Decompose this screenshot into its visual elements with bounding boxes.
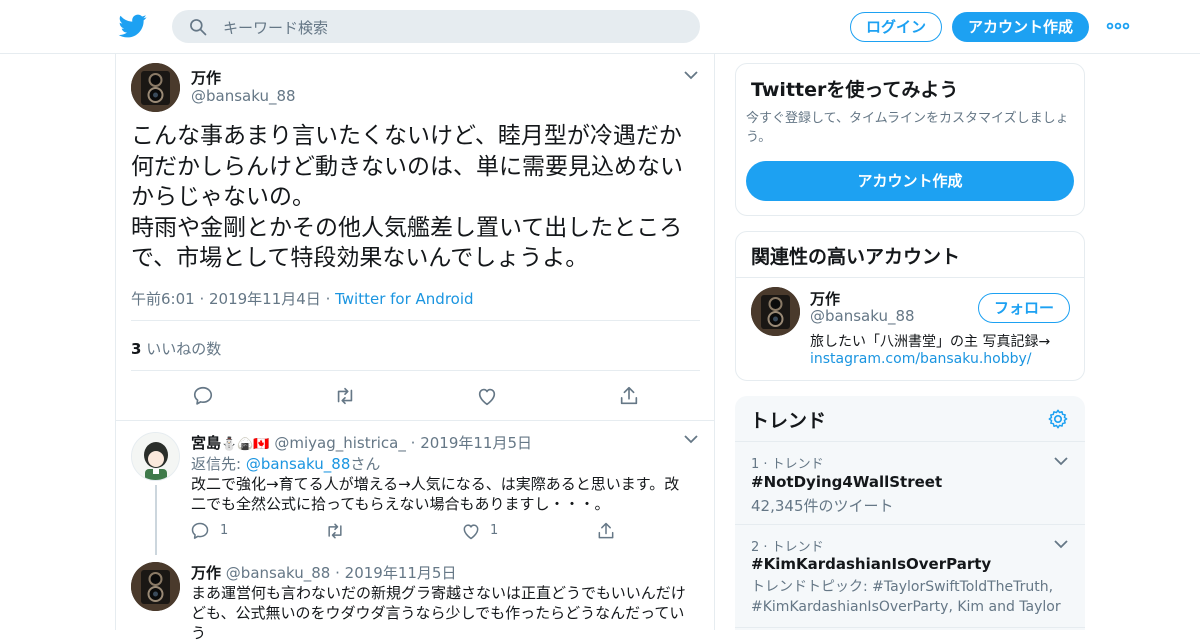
camera-avatar-image bbox=[131, 562, 180, 611]
reply-author-avatar[interactable] bbox=[131, 562, 180, 611]
related-account-avatar[interactable] bbox=[751, 287, 800, 336]
follow-button[interactable]: フォロー bbox=[978, 293, 1070, 323]
related-account-handle[interactable]: @bansaku_88 bbox=[810, 307, 915, 325]
reply-author-name[interactable]: 宮島 bbox=[191, 434, 221, 452]
signup-promo-button[interactable]: アカウント作成 bbox=[746, 161, 1074, 201]
reply-to-handle-link[interactable]: @bansaku_88 bbox=[246, 455, 351, 473]
search-bar[interactable]: キーワード検索 bbox=[172, 10, 700, 43]
anime-girl-avatar-image bbox=[132, 433, 179, 480]
share-icon[interactable] bbox=[618, 385, 640, 407]
tweet-body-text: こんな事あまり言いたくないけど、睦月型が冷遇だか 何だかしらんけど動きないのは、… bbox=[131, 123, 683, 271]
trend-item[interactable]: 2 · トレンド #KimKardashianIsOverParty トレンドト… bbox=[735, 525, 1085, 630]
trend-meta: トレンドトピック: #TaylorSwiftToldTheTruth, #Kim… bbox=[751, 579, 1061, 615]
related-accounts-card: 関連性の高いアカウント 万作 @bansaku_88 フォロー 旅したい「八洲書… bbox=[735, 231, 1085, 381]
trend-menu-chevron-down-icon[interactable] bbox=[1054, 456, 1068, 466]
tweet-timestamp[interactable]: 午前6:01 · 2019年11月4日 bbox=[131, 290, 321, 308]
reply-body-text: まあ運営何も言わないだの新規グラ寄越さないは正直どうでもいいんだけ ども、公式無… bbox=[191, 584, 686, 642]
trend-name: #KimKardashianIsOverParty bbox=[751, 555, 992, 573]
trends-title: トレンド bbox=[750, 410, 827, 432]
reply-icon[interactable] bbox=[192, 385, 214, 407]
tweet-divider bbox=[131, 370, 700, 371]
camera-avatar-image bbox=[131, 63, 180, 112]
twitter-bird-logo-icon[interactable] bbox=[118, 12, 148, 40]
trend-name: #NotDying4WallStreet bbox=[751, 473, 943, 491]
reply-author-avatar[interactable] bbox=[131, 432, 180, 481]
tweet-author-name[interactable]: 万作 bbox=[191, 67, 221, 88]
reply-icon[interactable] bbox=[190, 521, 210, 541]
trends-settings-gear-icon[interactable] bbox=[1047, 408, 1069, 430]
reply-body-text: 改二で強化→育てる人が増える→人気になる、は実際あると思います。改 二でも全然公… bbox=[191, 475, 680, 513]
trends-card: トレンド 1 · トレンド #NotDying4WallStreet 42,34… bbox=[735, 396, 1085, 630]
related-account-bio-link[interactable]: instagram.com/bansaku.hobby/ bbox=[810, 351, 1031, 367]
trend-divider bbox=[735, 627, 1085, 628]
retweet-icon[interactable] bbox=[325, 521, 345, 541]
signup-promo-description: 今すぐ登録して、タイムラインをカスタマイズしましょ う。 bbox=[746, 111, 1069, 145]
like-heart-icon[interactable] bbox=[461, 521, 481, 541]
card-divider bbox=[736, 277, 1084, 278]
reply-author-emoji: ⛄🍙🇨🇦 bbox=[221, 437, 270, 452]
camera-avatar-image bbox=[751, 287, 800, 336]
tweet-divider bbox=[131, 320, 700, 321]
share-icon[interactable] bbox=[596, 521, 616, 541]
trend-item[interactable]: 1 · トレンド #NotDying4WallStreet 42,345件のツイ… bbox=[735, 442, 1085, 524]
trend-rank-label: 2 · トレンド bbox=[751, 540, 824, 555]
tweet-author-avatar[interactable] bbox=[131, 63, 180, 112]
main-timeline-column: 万作 @bansaku_88 こんな事あまり言いたくないけど、睦月型が冷遇だか … bbox=[115, 54, 715, 642]
reply-date[interactable]: · 2019年11月5日 bbox=[335, 564, 456, 582]
tweet-menu-chevron-down-icon[interactable] bbox=[684, 70, 698, 80]
tweet-source-link[interactable]: Twitter for Android bbox=[335, 290, 473, 308]
section-divider bbox=[116, 420, 714, 421]
tweet-likes-stat[interactable]: 3 いいねの数 bbox=[131, 338, 221, 359]
retweet-icon[interactable] bbox=[334, 385, 356, 407]
meta-separator: · bbox=[320, 290, 336, 308]
reply-date[interactable]: · 2019年11月5日 bbox=[411, 434, 532, 452]
reply-count: 1 bbox=[220, 523, 229, 538]
signup-promo-card: Twitterを使ってみよう 今すぐ登録して、タイムラインをカスタマイズしましょ… bbox=[735, 63, 1085, 216]
reply-header: 宮島⛄🍙🇨🇦 @miyag_histrica_ · 2019年11月5日 bbox=[191, 432, 532, 453]
likes-count: 3 bbox=[131, 340, 142, 358]
trend-rank-label: 1 · トレンド bbox=[751, 457, 824, 472]
signup-button[interactable]: アカウント作成 bbox=[952, 12, 1089, 42]
reply-author-handle[interactable]: @miyag_histrica_ bbox=[274, 434, 406, 452]
like-count: 1 bbox=[490, 523, 499, 538]
like-heart-icon[interactable] bbox=[476, 385, 498, 407]
reply-to-suffix: さん bbox=[350, 455, 381, 473]
tweet-author-handle[interactable]: @bansaku_88 bbox=[191, 87, 296, 105]
reply-to-prefix: 返信先: bbox=[191, 455, 246, 473]
reply-to-line: 返信先: @bansaku_88さん bbox=[191, 453, 380, 474]
thread-connector-line bbox=[155, 485, 157, 555]
related-account-bio: 旅したい「八洲書堂」の主 写真記録→ bbox=[810, 334, 1051, 350]
search-icon bbox=[190, 19, 207, 36]
more-options-icon[interactable] bbox=[1106, 16, 1130, 36]
reply-menu-chevron-down-icon[interactable] bbox=[684, 434, 698, 444]
tweet-meta: 午前6:01 · 2019年11月4日 · Twitter for Androi… bbox=[131, 288, 474, 309]
reply-author-handle[interactable]: @bansaku_88 bbox=[226, 564, 331, 582]
likes-label: いいねの数 bbox=[146, 340, 222, 358]
trend-meta: 42,345件のツイート bbox=[751, 497, 894, 515]
reply-author-name[interactable]: 万作 bbox=[191, 564, 221, 582]
trend-menu-chevron-down-icon[interactable] bbox=[1054, 539, 1068, 549]
search-input[interactable]: キーワード検索 bbox=[223, 17, 328, 38]
signup-promo-title: Twitterを使ってみよう bbox=[751, 79, 959, 101]
related-account-name[interactable]: 万作 bbox=[810, 288, 840, 309]
top-navigation-bar: キーワード検索 ログイン アカウント作成 bbox=[0, 0, 1200, 54]
login-button[interactable]: ログイン bbox=[850, 12, 942, 42]
related-accounts-title: 関連性の高いアカウント bbox=[751, 246, 961, 268]
reply-header: 万作 @bansaku_88 · 2019年11月5日 bbox=[191, 562, 456, 583]
